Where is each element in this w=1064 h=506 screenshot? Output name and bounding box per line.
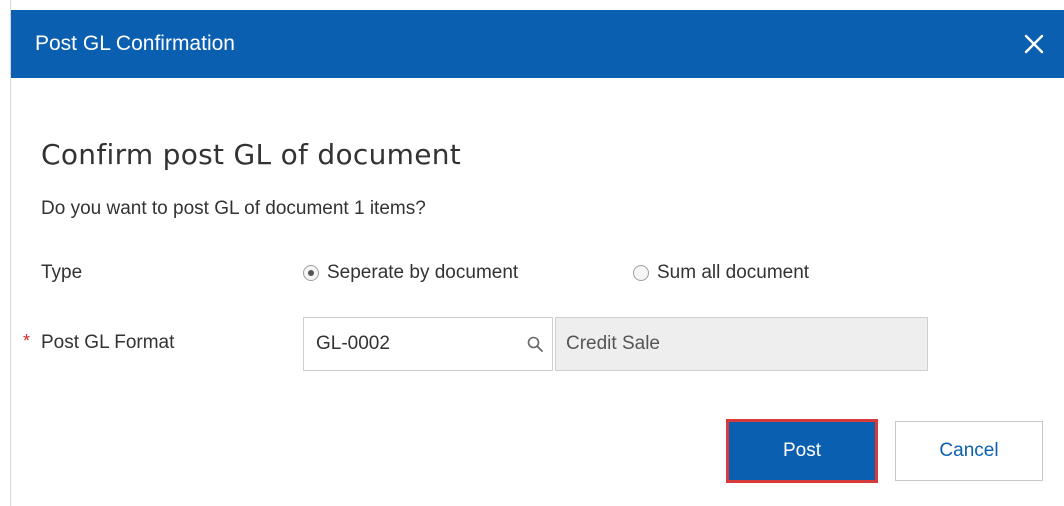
close-icon [1024, 34, 1044, 54]
dialog-header: Post GL Confirmation [11, 10, 1064, 78]
radio-checked-icon [303, 265, 319, 281]
close-button[interactable] [1017, 27, 1051, 61]
post-gl-format-description-value: Credit Sale [566, 333, 660, 354]
confirm-question: Do you want to post GL of document 1 ite… [41, 198, 426, 219]
radio-separate-by-document[interactable]: Seperate by document [303, 259, 518, 287]
post-gl-format-label: Post GL Format [41, 332, 175, 353]
post-gl-format-code-input[interactable]: GL-0002 [303, 317, 553, 371]
radio-unchecked-icon [633, 265, 649, 281]
required-marker: * [23, 331, 31, 351]
post-gl-format-code-value: GL-0002 [316, 333, 390, 354]
radio-sum-all-document[interactable]: Sum all document [633, 259, 809, 287]
search-icon[interactable] [526, 335, 544, 353]
post-gl-dialog: Post GL Confirmation Confirm post GL of … [10, 0, 1064, 506]
dialog-title: Post GL Confirmation [35, 32, 235, 55]
radio-label: Seperate by document [327, 262, 519, 283]
post-gl-format-description-field: Credit Sale [555, 317, 928, 371]
radio-label: Sum all document [657, 262, 810, 283]
type-label: Type [41, 262, 83, 283]
post-button[interactable]: Post [726, 419, 878, 483]
cancel-button[interactable]: Cancel [895, 421, 1043, 481]
confirm-heading: Confirm post GL of document [41, 138, 462, 171]
